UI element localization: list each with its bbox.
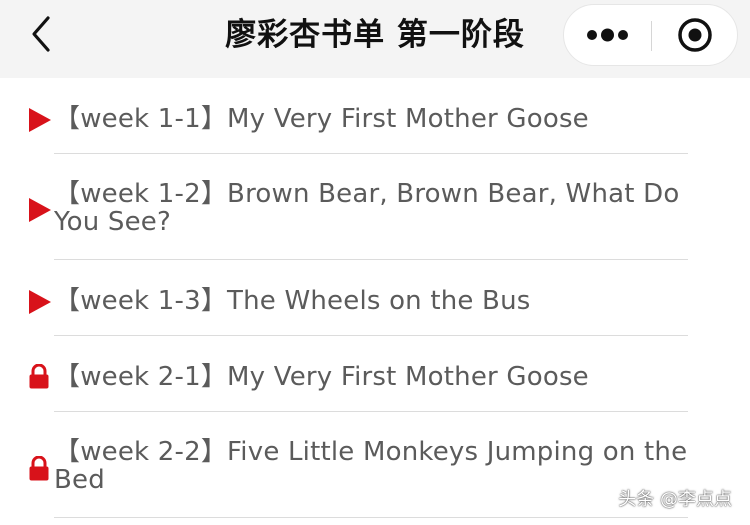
lesson-title: 【week 1-1】My Very First Mother Goose: [54, 104, 589, 134]
lesson-item[interactable]: 【week 2-1】My Very First Mother Goose: [0, 336, 750, 412]
lesson-item[interactable]: 【week 1-2】Brown Bear, Brown Bear, What D…: [0, 154, 750, 260]
more-dots-icon: [587, 28, 628, 42]
lock-icon: [28, 455, 50, 486]
top-navigation-bar: 廖彩杏书单 第一阶段: [0, 0, 750, 78]
lesson-item[interactable]: 【week 1-3】The Wheels on the Bus: [0, 260, 750, 336]
lesson-title: 【week 2-1】My Very First Mother Goose: [54, 362, 589, 392]
play-icon: [28, 290, 52, 318]
lock-icon: [28, 363, 50, 394]
watermark: 头条 @李点点: [618, 489, 732, 510]
lesson-title: 【week 1-3】The Wheels on the Bus: [54, 286, 531, 316]
lesson-title: 【week 1-2】Brown Bear, Brown Bear, What D…: [54, 179, 680, 237]
lesson-item[interactable]: 【week 1-1】My Very First Mother Goose: [0, 78, 750, 154]
play-icon: [28, 198, 52, 226]
play-icon: [28, 108, 52, 136]
divider: [54, 517, 688, 518]
close-button[interactable]: [653, 5, 737, 65]
lesson-title: 【week 2-2】Five Little Monkeys Jumping on…: [54, 437, 688, 495]
target-close-icon: [678, 18, 712, 52]
mini-program-capsule: [563, 4, 738, 66]
lesson-list: 【week 1-1】My Very First Mother Goose 【we…: [0, 78, 750, 518]
capsule-divider: [651, 21, 652, 51]
more-button[interactable]: [564, 5, 651, 65]
